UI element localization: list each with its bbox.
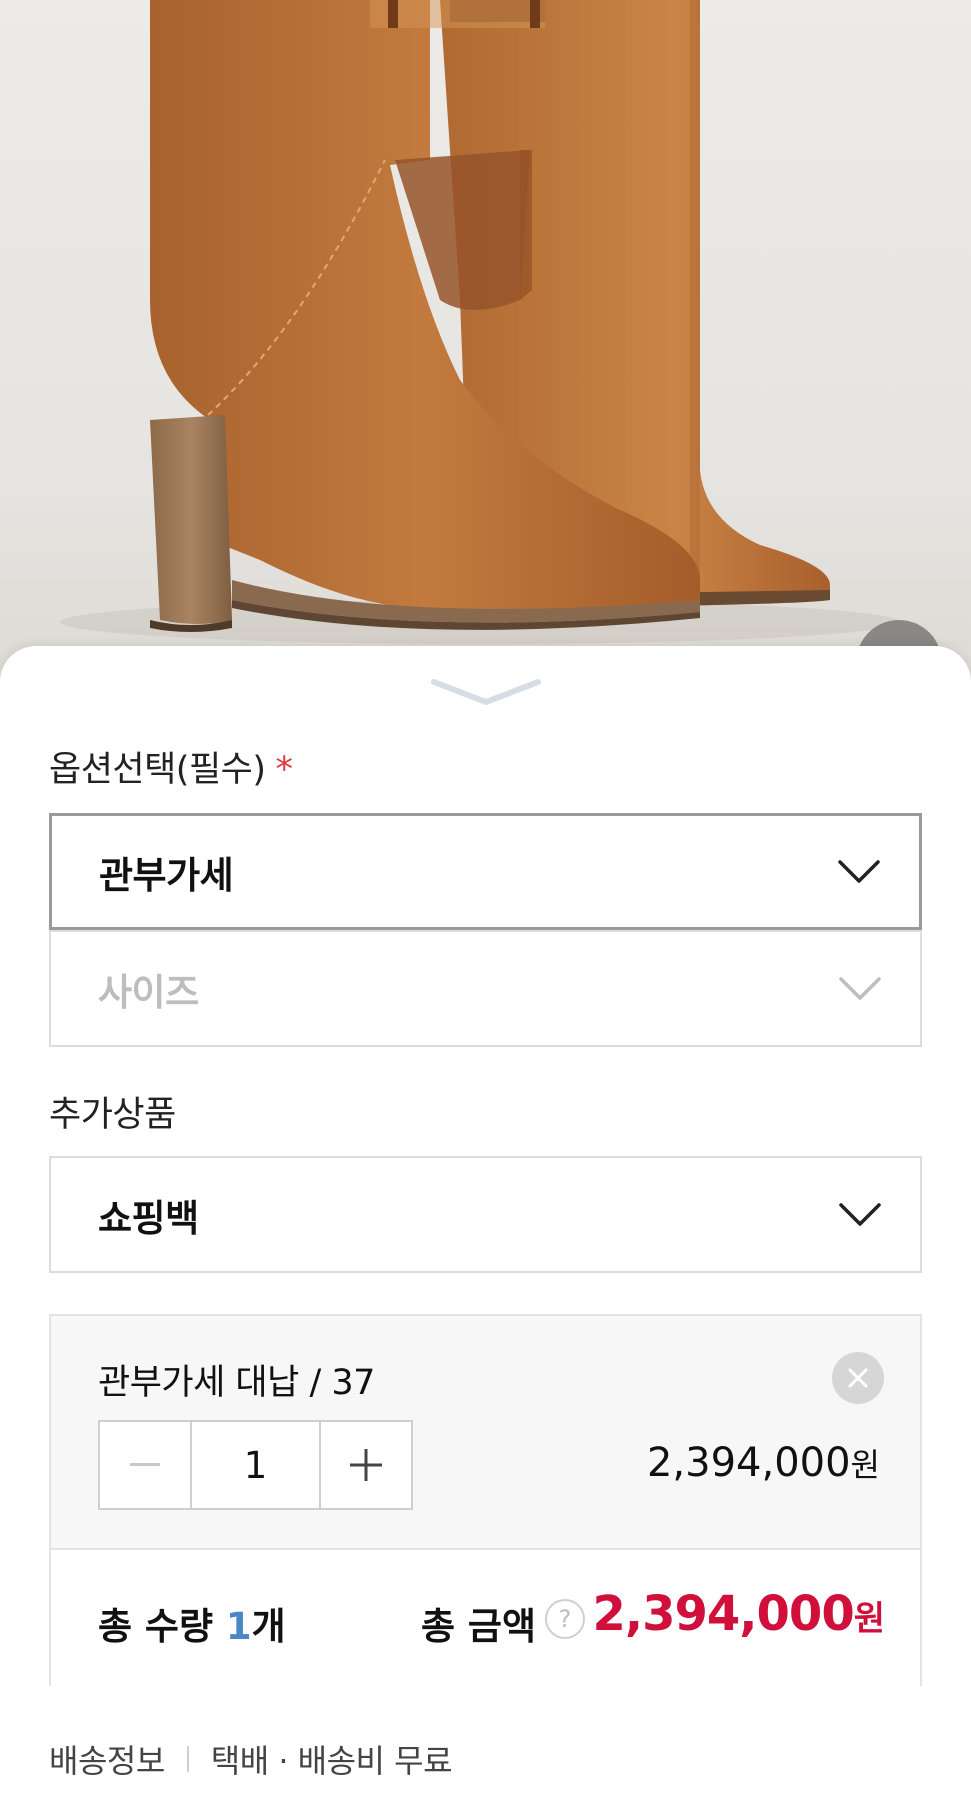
option-select-customs[interactable]: 관부가세 (49, 813, 922, 930)
option-line-price: 2,394,000원 (647, 1440, 880, 1486)
close-icon (848, 1368, 868, 1388)
option-select-size[interactable]: 사이즈 (49, 930, 922, 1047)
remove-option-button[interactable] (832, 1352, 884, 1404)
total-qty-prefix: 총 수량 (98, 1605, 226, 1648)
total-qty-value: 1 (225, 1605, 252, 1648)
total-quantity: 총 수량 1개 (98, 1596, 286, 1650)
sheet-handle-icon[interactable] (430, 676, 542, 712)
shipping-label: 배송정보 (49, 1742, 165, 1780)
chevron-down-icon (839, 976, 881, 1000)
addon-select-value: 쇼핑백 (98, 1196, 199, 1240)
total-amount-value: 2,394,000 (592, 1586, 854, 1642)
chevron-down-icon (838, 859, 880, 883)
quantity-value[interactable]: 1 (192, 1422, 321, 1508)
product-image (0, 0, 971, 690)
option-select-value: 관부가세 (99, 853, 234, 897)
plus-icon (350, 1449, 382, 1481)
quantity-increase-button[interactable] (321, 1422, 411, 1508)
boots-illustration (60, 0, 900, 644)
total-amount-label: 총 금액 (421, 1605, 537, 1648)
option-bottom-sheet: 옵션선택(필수) * 관부가세 사이즈 추가상품 쇼핑백 관부가세 대납 / 37 (0, 646, 971, 1800)
shipping-detail: 택배 · 배송비 무료 (210, 1742, 453, 1780)
selected-option-card: 관부가세 대납 / 37 1 2,394,000원 총 수량 1개 총 금액 ?… (49, 1314, 922, 1686)
divider (186, 1746, 189, 1772)
addon-select-shopping-bag[interactable]: 쇼핑백 (49, 1156, 922, 1273)
selected-option-name: 관부가세 대납 / 37 (98, 1363, 375, 1403)
required-mark: * (275, 750, 294, 790)
quantity-stepper: 1 (98, 1420, 413, 1510)
total-amount: 2,394,000원 (592, 1586, 885, 1642)
option-price-currency: 원 (850, 1446, 880, 1484)
chevron-down-icon (839, 1202, 881, 1226)
total-summary-row: 총 수량 1개 총 금액 ? 2,394,000원 (51, 1548, 920, 1686)
quantity-decrease-button[interactable] (100, 1422, 192, 1508)
minus-icon (130, 1463, 160, 1466)
option-price-value: 2,394,000 (646, 1440, 851, 1486)
size-select-placeholder: 사이즈 (98, 970, 199, 1014)
addon-section-label: 추가상품 (49, 1095, 176, 1135)
options-label-text: 옵션선택(필수) (49, 750, 266, 790)
help-icon[interactable]: ? (545, 1599, 585, 1639)
options-section-label: 옵션선택(필수) * (49, 741, 293, 792)
total-qty-suffix: 개 (251, 1605, 286, 1648)
total-amount-currency: 원 (853, 1599, 885, 1639)
shipping-info: 배송정보 택배 · 배송비 무료 (49, 1736, 453, 1782)
